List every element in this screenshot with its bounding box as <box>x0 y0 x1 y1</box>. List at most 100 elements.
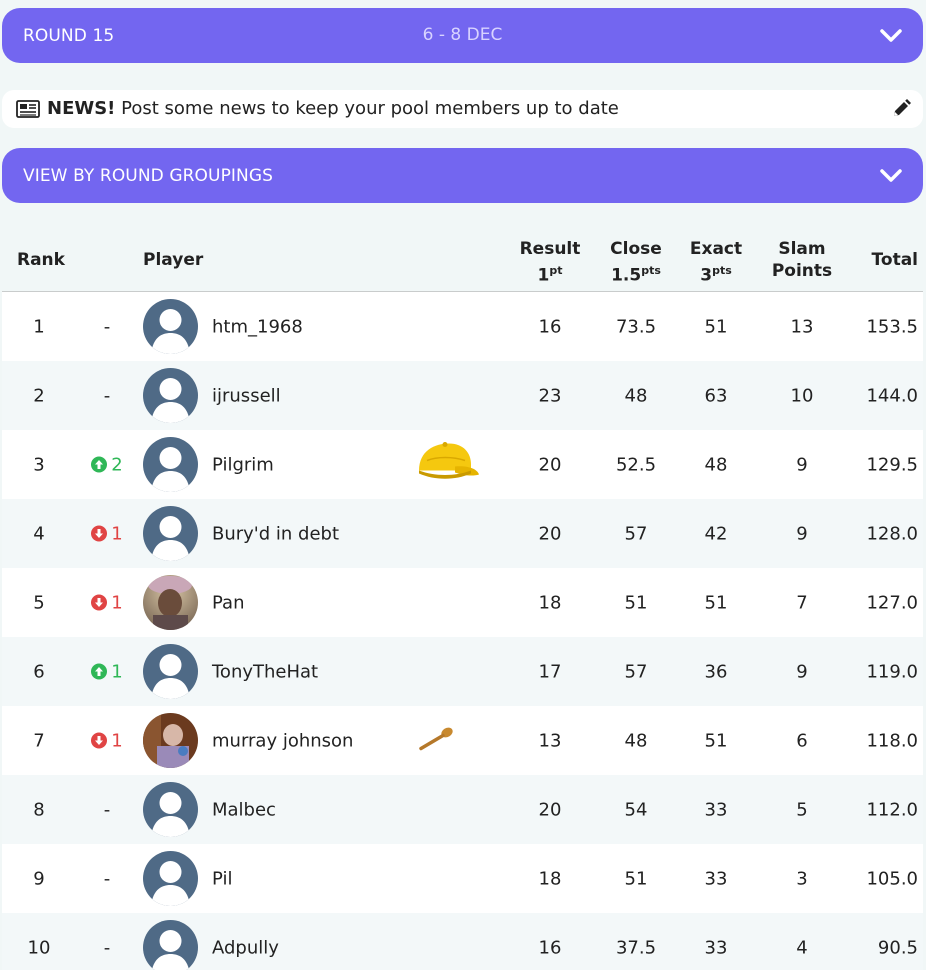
round-selector-bar[interactable]: ROUND 15 6 - 8 DEC <box>2 8 923 63</box>
result-points: 18 <box>538 868 562 889</box>
avatar[interactable] <box>143 368 198 423</box>
player-name[interactable]: Malbec <box>212 799 276 820</box>
slam-points: 3 <box>796 868 808 889</box>
table-row[interactable]: 7 1 murray johnson 13 48 51 6 118.0 <box>2 706 923 775</box>
player-name[interactable]: TonyTheHat <box>212 661 318 682</box>
player-name[interactable]: Adpully <box>212 937 279 958</box>
player-name[interactable]: Pan <box>212 592 244 613</box>
total-points: 105.0 <box>866 868 918 889</box>
rank-value: 3 <box>33 454 45 475</box>
avatar[interactable] <box>143 299 198 354</box>
player-name[interactable]: htm_1968 <box>212 316 303 337</box>
table-row[interactable]: 4 1 Bury'd in debt 20 57 42 9 128.0 <box>2 499 923 568</box>
header-result[interactable]: Result 1pt <box>514 238 586 287</box>
player-name[interactable]: murray johnson <box>212 730 353 751</box>
exact-points: 33 <box>704 868 728 889</box>
avatar-photo[interactable] <box>143 575 198 630</box>
total-points: 153.5 <box>866 316 918 337</box>
rank-change-up: 2 <box>82 454 132 475</box>
rank-value: 1 <box>33 316 45 337</box>
close-points: 57 <box>624 523 648 544</box>
rank-change-none: - <box>103 316 111 337</box>
table-row[interactable]: 2 - ijrussell 23 48 63 10 144.0 <box>2 361 923 430</box>
header-slam-points[interactable]: Slam Points <box>766 238 838 282</box>
header-exact[interactable]: Exact 3pts <box>680 238 752 287</box>
close-points: 48 <box>624 730 648 751</box>
avatar[interactable] <box>143 851 198 906</box>
cap-icon <box>419 441 479 479</box>
player-name[interactable]: Pilgrim <box>212 454 274 475</box>
pencil-icon[interactable] <box>891 99 911 119</box>
chevron-down-icon[interactable] <box>879 26 903 46</box>
rank-change-none: - <box>103 799 111 820</box>
leaderboard-table: Rank Player Result 1pt Close 1.5pts Exac… <box>2 222 923 970</box>
result-points: 17 <box>538 661 562 682</box>
slam-points: 10 <box>790 385 814 406</box>
result-points: 20 <box>538 523 562 544</box>
rank-value: 6 <box>33 661 45 682</box>
result-points: 20 <box>538 454 562 475</box>
slam-points: 13 <box>790 316 814 337</box>
avatar[interactable] <box>143 644 198 699</box>
total-points: 144.0 <box>866 385 918 406</box>
total-points: 119.0 <box>866 661 918 682</box>
exact-points: 51 <box>704 316 728 337</box>
avatar[interactable] <box>143 437 198 492</box>
player-name[interactable]: Pil <box>212 868 232 889</box>
rank-value: 5 <box>33 592 45 613</box>
player-name[interactable]: Bury'd in debt <box>212 523 339 544</box>
result-points: 16 <box>538 937 562 958</box>
avatar[interactable] <box>143 920 198 970</box>
table-row[interactable]: 9 - Pil 18 51 33 3 105.0 <box>2 844 923 913</box>
chevron-down-icon[interactable] <box>879 166 903 186</box>
table-row[interactable]: 1 - htm_1968 16 73.5 51 13 153.5 <box>2 292 923 361</box>
slam-points: 7 <box>796 592 808 613</box>
slam-points: 9 <box>796 523 808 544</box>
arrow-up-icon <box>91 661 111 682</box>
close-points: 54 <box>624 799 648 820</box>
exact-points: 33 <box>704 799 728 820</box>
header-total[interactable]: Total <box>848 249 918 271</box>
rank-value: 2 <box>33 385 45 406</box>
table-row[interactable]: 6 1 TonyTheHat 17 57 36 9 119.0 <box>2 637 923 706</box>
table-body: 1 - htm_1968 16 73.5 51 13 153.5 2 - ijr… <box>2 292 923 970</box>
rank-value: 10 <box>27 937 51 958</box>
exact-points: 51 <box>704 730 728 751</box>
slam-points: 5 <box>796 799 808 820</box>
news-text: NEWS! Post some news to keep your pool m… <box>47 98 619 119</box>
round-label: ROUND 15 <box>23 25 115 46</box>
header-rank[interactable]: Rank <box>17 249 65 271</box>
rank-change-down: 1 <box>82 730 132 751</box>
exact-points: 51 <box>704 592 728 613</box>
slam-points: 6 <box>796 730 808 751</box>
result-points: 18 <box>538 592 562 613</box>
exact-points: 33 <box>704 937 728 958</box>
news-title: NEWS! <box>47 98 116 119</box>
table-row[interactable]: 3 2 Pilgrim 20 52.5 48 9 129.5 <box>2 430 923 499</box>
news-banner: NEWS! Post some news to keep your pool m… <box>2 90 923 128</box>
avatar[interactable] <box>143 506 198 561</box>
rank-change-up: 1 <box>82 661 132 682</box>
arrow-down-icon <box>91 592 111 613</box>
arrow-down-icon <box>91 523 111 544</box>
table-row[interactable]: 8 - Malbec 20 54 33 5 112.0 <box>2 775 923 844</box>
rank-change-down: 1 <box>82 592 132 613</box>
groupings-label: VIEW BY ROUND GROUPINGS <box>23 165 274 186</box>
close-points: 52.5 <box>615 454 657 475</box>
total-points: 90.5 <box>877 937 918 958</box>
player-name[interactable]: ijrussell <box>212 385 281 406</box>
avatar-photo[interactable] <box>143 713 198 768</box>
exact-points: 42 <box>704 523 728 544</box>
slam-points: 9 <box>796 454 808 475</box>
close-points: 51 <box>624 868 648 889</box>
rank-value: 4 <box>33 523 45 544</box>
rank-change-none: - <box>103 868 111 889</box>
avatar[interactable] <box>143 782 198 837</box>
header-close[interactable]: Close 1.5pts <box>600 238 672 287</box>
table-row[interactable]: 5 1 Pan 18 51 51 7 127.0 <box>2 568 923 637</box>
header-player[interactable]: Player <box>143 249 203 271</box>
close-points: 37.5 <box>615 937 657 958</box>
round-groupings-bar[interactable]: VIEW BY ROUND GROUPINGS <box>2 148 923 203</box>
table-row[interactable]: 10 - Adpully 16 37.5 33 4 90.5 <box>2 913 923 970</box>
result-points: 23 <box>538 385 562 406</box>
